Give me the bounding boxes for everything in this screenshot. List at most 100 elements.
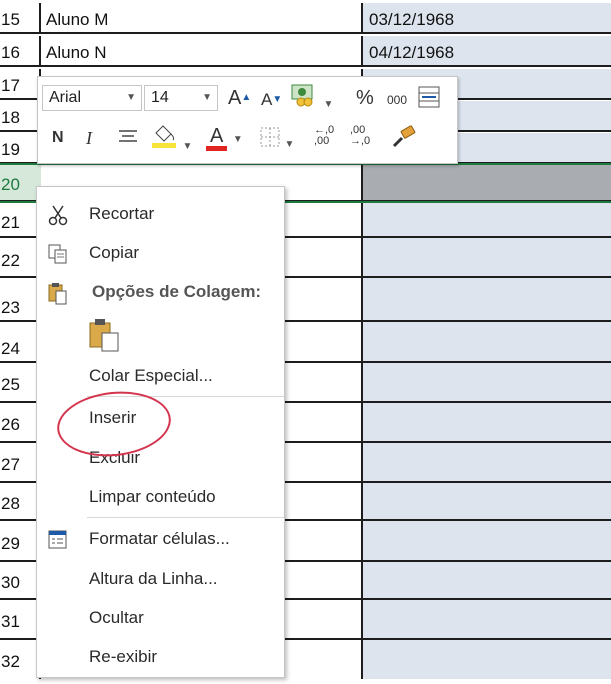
cell-a[interactable]: Aluno M	[41, 3, 363, 32]
menu-item-copy[interactable]: Copiar	[37, 233, 284, 273]
cell-b[interactable]	[363, 403, 611, 441]
paste-button[interactable]	[87, 317, 123, 353]
fill-color-button[interactable]: ▼	[150, 123, 192, 160]
cell-b[interactable]	[363, 238, 611, 276]
chevron-down-icon: ▼	[202, 92, 212, 103]
paste-options-header: Opções de Colagem:	[37, 272, 284, 312]
mini-toolbar-row-1: Arial ▼ 14 ▼ A▲ A▼ ▼ % 000	[38, 77, 457, 117]
menu-item-label: Altura da Linha...	[89, 569, 218, 588]
cell-b[interactable]: 04/12/1968	[363, 36, 611, 65]
font-name-combo[interactable]: Arial ▼	[42, 85, 142, 111]
chevron-down-icon: ▼	[323, 99, 334, 110]
row-header[interactable]: 16	[0, 36, 41, 65]
copy-icon	[47, 243, 69, 264]
number-format-button[interactable]: ▼	[291, 83, 333, 118]
increase-decimal-button[interactable]: ←,0 ,00	[314, 125, 342, 147]
merge-center-button[interactable]	[418, 86, 440, 117]
font-color-button[interactable]: A ▼	[206, 123, 243, 153]
menu-item-format-cells[interactable]: Formatar células...	[37, 519, 284, 559]
borders-icon	[260, 127, 280, 147]
menu-item-row-height[interactable]: Altura da Linha...	[37, 559, 284, 599]
row-header[interactable]: 31	[0, 600, 41, 638]
align-center-icon	[119, 130, 137, 142]
row-16[interactable]: 16 Aluno N 04/12/1968	[0, 36, 611, 67]
row-header[interactable]: 29	[0, 521, 41, 560]
percent-style-button[interactable]: %	[356, 85, 374, 111]
bold-button[interactable]: N	[52, 125, 64, 151]
borders-button[interactable]: ▼	[260, 127, 294, 158]
row-header[interactable]: 23	[0, 278, 41, 320]
paint-bucket-icon	[152, 125, 176, 148]
paste-options-label: Opções de Colagem:	[92, 282, 262, 301]
format-cells-icon	[47, 529, 69, 549]
mini-toolbar-row-2: N I ▼ A ▼ ▼ ←,0 ,00 ,00 →,0	[38, 119, 457, 159]
row-header[interactable]: 25	[0, 363, 41, 401]
menu-separator	[87, 517, 284, 518]
row-header[interactable]: 17	[0, 69, 41, 98]
row-header[interactable]: 24	[0, 322, 41, 361]
mini-toolbar: Arial ▼ 14 ▼ A▲ A▼ ▼ % 000 N I ▼ A ▼ ▼ ←…	[37, 76, 458, 164]
chevron-down-icon: ▼	[284, 139, 295, 150]
cell-b[interactable]	[363, 562, 611, 598]
row-header[interactable]: 26	[0, 403, 41, 441]
cell-b[interactable]: 03/12/1968	[363, 3, 611, 32]
chevron-down-icon: ▼	[182, 141, 193, 152]
row-header[interactable]: 30	[0, 562, 41, 598]
cell-b[interactable]	[363, 640, 611, 679]
row-header[interactable]: 18	[0, 101, 41, 130]
row-header[interactable]: 32	[0, 640, 41, 679]
menu-item-paste-special[interactable]: Colar Especial...	[37, 356, 284, 396]
menu-item-label: Ocultar	[89, 608, 144, 627]
menu-item-hide[interactable]: Ocultar	[37, 598, 284, 638]
shrink-font-button[interactable]: A▼	[261, 87, 282, 113]
row-header[interactable]: 21	[0, 202, 41, 236]
cell-b[interactable]	[363, 600, 611, 638]
cell-b[interactable]	[363, 322, 611, 361]
menu-item-label: Limpar conteúdo	[89, 487, 216, 506]
cell-b[interactable]	[363, 483, 611, 519]
bold-icon: N	[52, 129, 64, 146]
grow-font-icon: A	[228, 87, 242, 109]
cell-b[interactable]	[363, 521, 611, 560]
shrink-font-icon: A	[261, 90, 273, 109]
clipboard-icon	[47, 282, 69, 305]
cell-b[interactable]	[363, 278, 611, 320]
font-color-icon: A	[206, 126, 228, 151]
increase-decimal-icon: ←,0 ,00	[314, 124, 335, 147]
menu-item-label: Re-exibir	[89, 647, 158, 666]
chevron-down-icon: ▼	[126, 92, 136, 103]
paste-icon	[89, 319, 119, 352]
row-header[interactable]: 27	[0, 443, 41, 481]
menu-item-unhide[interactable]: Re-exibir	[37, 637, 284, 677]
italic-icon: I	[86, 128, 92, 148]
row-15[interactable]: 15 Aluno M 03/12/1968	[0, 3, 611, 34]
font-size-combo[interactable]: 14 ▼	[144, 85, 218, 111]
comma-style-button[interactable]: 000	[387, 87, 407, 113]
cell-b[interactable]	[363, 363, 611, 401]
menu-item-label: Formatar células...	[89, 529, 230, 548]
row-header[interactable]: 22	[0, 238, 41, 276]
row-header[interactable]: 15	[0, 3, 41, 32]
thousands-icon: 000	[387, 93, 408, 107]
format-painter-button[interactable]	[390, 125, 418, 158]
row-header[interactable]: 19	[0, 133, 41, 162]
italic-button[interactable]: I	[86, 125, 92, 151]
menu-item-cut[interactable]: Recortar	[37, 194, 284, 234]
cell-b[interactable]	[363, 165, 611, 200]
chevron-down-icon: ▼	[232, 134, 243, 145]
menu-item-label: Copiar	[89, 243, 140, 262]
merge-cells-icon	[418, 86, 440, 108]
menu-item-label: Colar Especial...	[89, 366, 213, 385]
cell-b[interactable]	[363, 202, 611, 236]
format-painter-icon	[392, 125, 416, 148]
cell-a[interactable]: Aluno N	[41, 36, 363, 65]
row-header[interactable]: 20	[0, 165, 41, 200]
font-size-value: 14	[151, 89, 169, 106]
row-header[interactable]: 28	[0, 483, 41, 519]
menu-item-clear-contents[interactable]: Limpar conteúdo	[37, 477, 284, 517]
grow-font-button[interactable]: A▲	[228, 85, 251, 111]
cell-b[interactable]	[363, 443, 611, 481]
align-center-button[interactable]	[118, 128, 138, 155]
decrease-decimal-button[interactable]: ,00 →,0	[350, 125, 378, 147]
font-name-value: Arial	[49, 89, 82, 106]
